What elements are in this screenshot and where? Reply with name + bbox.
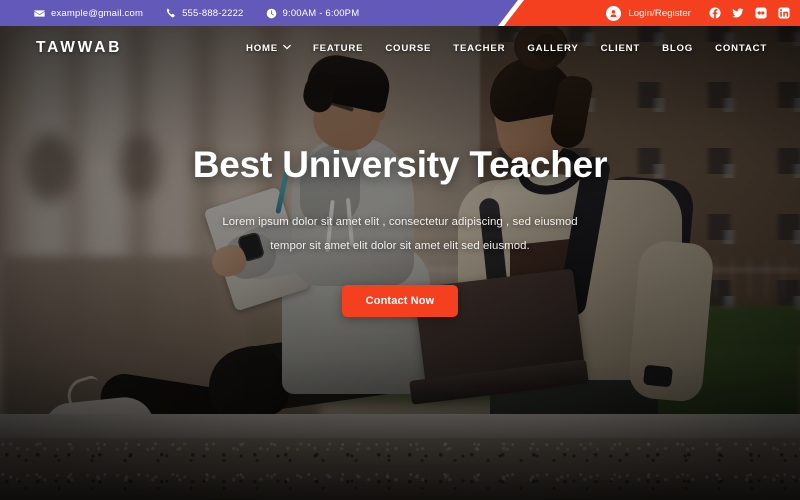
hero-section: [0, 26, 800, 500]
nav-item-teacher[interactable]: TEACHER: [442, 43, 516, 54]
nav-item-teacher-label: TEACHER: [453, 42, 506, 54]
top-contact-bar: example@gmail.com 555-888-2222 9:00AM - …: [0, 0, 800, 26]
twitter-icon[interactable]: [732, 7, 744, 19]
nav-item-course[interactable]: COURSE: [374, 43, 442, 54]
linkedin-icon[interactable]: [778, 7, 790, 19]
flickr-icon[interactable]: [755, 7, 767, 19]
nav-item-home[interactable]: HOME: [235, 43, 302, 54]
hero-background-photo: [0, 26, 800, 500]
photo-overlay-tint: [0, 26, 800, 500]
nav-item-contact[interactable]: CONTACT: [704, 43, 778, 54]
facebook-icon[interactable]: [709, 7, 721, 19]
main-navbar: TAWWAB HOME FEATURE COURSE TEACHER GALLE…: [0, 26, 800, 70]
user-icon: [606, 5, 622, 21]
social-links: [709, 7, 790, 19]
phone-icon: [165, 8, 176, 19]
nav-item-client[interactable]: CLIENT: [590, 43, 652, 54]
clock-icon: [266, 8, 277, 19]
nav-item-gallery[interactable]: GALLERY: [516, 43, 589, 54]
contact-hours-text: 9:00AM - 6:00PM: [282, 7, 360, 19]
contact-email[interactable]: example@gmail.com: [34, 8, 143, 19]
contact-now-button[interactable]: Contact Now: [341, 284, 459, 317]
nav-item-gallery-label: GALLERY: [527, 42, 579, 54]
nav-item-feature[interactable]: FEATURE: [302, 43, 374, 54]
contact-phone-text: 555-888-2222: [182, 7, 244, 19]
site-logo[interactable]: TAWWAB: [36, 26, 122, 70]
contact-hours: 9:00AM - 6:00PM: [266, 8, 360, 19]
nav-item-blog-label: BLOG: [662, 42, 694, 54]
nav-item-course-label: COURSE: [385, 42, 432, 54]
topbar-account-group: Login/Register: [606, 0, 790, 26]
login-register-button[interactable]: Login/Register: [606, 5, 691, 21]
nav-item-client-label: CLIENT: [600, 42, 641, 54]
nav-item-contact-label: CONTACT: [715, 42, 767, 54]
nav-menu: HOME FEATURE COURSE TEACHER GALLERY CLIE…: [235, 26, 778, 70]
topbar-contact-group: example@gmail.com 555-888-2222 9:00AM - …: [34, 0, 381, 26]
chevron-down-icon: [283, 43, 291, 54]
envelope-icon: [34, 8, 45, 19]
nav-item-blog[interactable]: BLOG: [651, 43, 704, 54]
nav-item-home-label: HOME: [245, 42, 278, 54]
login-register-label: Login/Register: [628, 7, 691, 19]
contact-email-text: example@gmail.com: [51, 7, 144, 19]
nav-item-feature-label: FEATURE: [313, 42, 364, 54]
contact-phone[interactable]: 555-888-2222: [165, 8, 243, 19]
